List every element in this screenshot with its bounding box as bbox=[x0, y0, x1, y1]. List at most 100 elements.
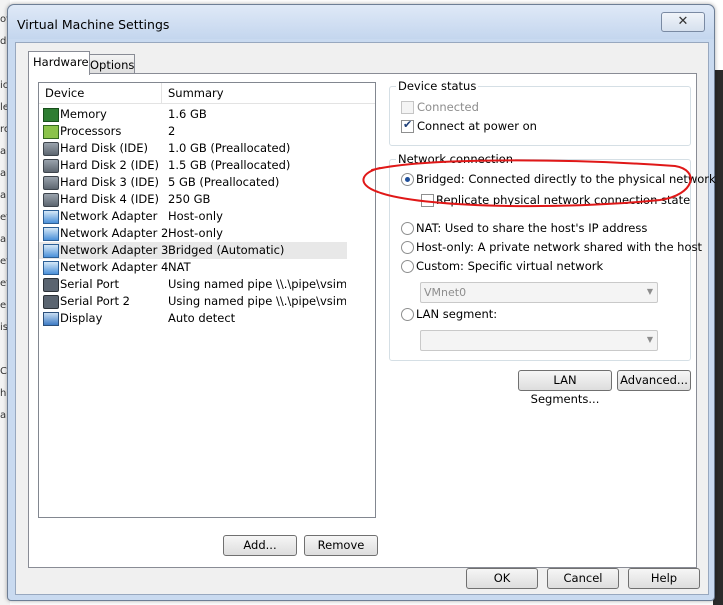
device-name: Processors bbox=[60, 124, 122, 138]
device-name: Serial Port bbox=[60, 277, 119, 291]
device-name: Hard Disk 2 (IDE) bbox=[60, 158, 159, 172]
device-summary: 250 GB bbox=[168, 192, 211, 206]
device-name: Hard Disk 4 (IDE) bbox=[60, 192, 159, 206]
hard-disk-icon bbox=[43, 176, 59, 190]
host-only-radio[interactable] bbox=[401, 241, 414, 254]
device-row[interactable]: Hard Disk 3 (IDE) 5 GB (Preallocated) bbox=[39, 174, 347, 191]
replicate-state-checkbox[interactable] bbox=[421, 194, 434, 207]
custom-label: Custom: Specific virtual network bbox=[416, 259, 604, 273]
window-title: Virtual Machine Settings bbox=[17, 17, 170, 32]
cancel-button[interactable]: Cancel bbox=[547, 568, 619, 589]
device-summary: NAT bbox=[168, 260, 191, 274]
device-name: Network Adapter 4 bbox=[60, 260, 169, 274]
device-name: Serial Port 2 bbox=[60, 294, 130, 308]
device-row[interactable]: Display Auto detect bbox=[39, 310, 347, 327]
chevron-down-icon: ▼ bbox=[646, 287, 653, 296]
hard-disk-icon bbox=[43, 159, 59, 173]
remove-button[interactable]: Remove bbox=[304, 535, 378, 556]
device-summary: 1.0 GB (Preallocated) bbox=[168, 141, 291, 155]
close-icon: ✕ bbox=[677, 14, 689, 29]
bridged-radio[interactable] bbox=[401, 173, 414, 186]
tab-options-label: Options bbox=[90, 58, 135, 72]
title-bar[interactable]: Virtual Machine Settings ✕ bbox=[8, 5, 714, 39]
help-button[interactable]: Help bbox=[628, 568, 700, 589]
checkmark-icon: ✔ bbox=[403, 118, 413, 131]
radio-selected-icon bbox=[405, 177, 410, 182]
device-row[interactable]: Hard Disk 4 (IDE) 250 GB bbox=[39, 191, 347, 208]
memory-icon bbox=[43, 108, 59, 122]
device-summary: Bridged (Automatic) bbox=[168, 243, 285, 257]
advanced-button[interactable]: Advanced... bbox=[617, 370, 691, 391]
device-row[interactable]: Network Adapter Host-only bbox=[39, 208, 347, 225]
connect-at-power-on-label: Connect at power on bbox=[417, 119, 537, 133]
bridged-label: Bridged: Connected directly to the physi… bbox=[416, 172, 716, 186]
device-row[interactable]: Processors 2 bbox=[39, 123, 347, 140]
custom-radio[interactable] bbox=[401, 260, 414, 273]
add-button[interactable]: Add... bbox=[223, 535, 297, 556]
connect-at-power-on-checkbox[interactable]: ✔ bbox=[401, 118, 414, 133]
tab-options[interactable]: Options bbox=[85, 54, 135, 75]
replicate-state-label: Replicate physical network connection st… bbox=[436, 193, 691, 207]
nat-radio[interactable] bbox=[401, 222, 414, 235]
dialog-client-area: Hardware Options Device Summary Memory 1.… bbox=[15, 42, 716, 595]
device-summary: 1.5 GB (Preallocated) bbox=[168, 158, 291, 172]
hard-disk-icon bbox=[43, 142, 59, 156]
close-button[interactable]: ✕ bbox=[661, 12, 705, 32]
column-header-device[interactable]: Device bbox=[39, 83, 162, 103]
device-list[interactable]: Device Summary Memory 1.6 GB Processors 2 Ha… bbox=[38, 82, 376, 518]
network-adapter-icon bbox=[43, 244, 59, 258]
device-row[interactable]: Serial Port 2 Using named pipe \\.\pipe\v… bbox=[39, 293, 347, 310]
device-summary: Using named pipe \\.\pipe\vsim-7... bbox=[168, 277, 346, 291]
hardware-tab-panel: Device Summary Memory 1.6 GB Processors 2 Ha… bbox=[28, 73, 716, 568]
chevron-down-icon: ▼ bbox=[646, 335, 653, 344]
lan-segment-label: LAN segment: bbox=[416, 307, 498, 321]
lan-segment-select[interactable]: ▼ bbox=[420, 330, 658, 351]
connected-checkbox[interactable] bbox=[401, 101, 414, 114]
ok-button[interactable]: OK bbox=[466, 568, 538, 589]
device-summary: 1.6 GB bbox=[168, 107, 207, 121]
device-summary: Auto detect bbox=[168, 311, 236, 325]
device-summary: 5 GB (Preallocated) bbox=[168, 175, 280, 189]
hard-disk-icon bbox=[43, 193, 59, 207]
device-row[interactable]: Hard Disk (IDE) 1.0 GB (Preallocated) bbox=[39, 140, 347, 157]
custom-network-value: VMnet0 bbox=[424, 286, 467, 299]
device-name: Network Adapter 3 bbox=[60, 243, 169, 257]
device-row[interactable]: Hard Disk 2 (IDE) 1.5 GB (Preallocated) bbox=[39, 157, 347, 174]
tab-hardware[interactable]: Hardware bbox=[28, 51, 90, 75]
device-row[interactable]: Network Adapter 3 Bridged (Automatic) bbox=[39, 242, 347, 259]
network-adapter-icon bbox=[43, 227, 59, 241]
device-row[interactable]: Network Adapter 2 Host-only bbox=[39, 225, 347, 242]
device-name: Hard Disk (IDE) bbox=[60, 141, 149, 155]
device-row[interactable]: Memory 1.6 GB bbox=[39, 106, 347, 123]
column-header-summary[interactable]: Summary bbox=[162, 83, 368, 103]
processor-icon bbox=[43, 125, 59, 139]
device-summary: Host-only bbox=[168, 209, 223, 223]
device-name: Hard Disk 3 (IDE) bbox=[60, 175, 159, 189]
lan-segment-radio[interactable] bbox=[401, 308, 414, 321]
device-status-title: Device status bbox=[396, 79, 479, 93]
host-only-label: Host-only: A private network shared with… bbox=[416, 240, 703, 254]
device-row[interactable]: Network Adapter 4 NAT bbox=[39, 259, 347, 276]
device-name: Display bbox=[60, 311, 103, 325]
virtual-machine-settings-window: Virtual Machine Settings ✕ Hardware Opti… bbox=[7, 4, 716, 601]
network-adapter-icon bbox=[43, 210, 59, 224]
serial-port-icon bbox=[43, 295, 59, 309]
connected-label: Connected bbox=[417, 100, 479, 114]
network-connection-group: Network connection Bridged: Connected di… bbox=[389, 152, 716, 361]
device-name: Network Adapter bbox=[60, 209, 158, 223]
display-icon bbox=[43, 312, 59, 326]
network-adapter-icon bbox=[43, 261, 59, 275]
device-list-header: Device Summary bbox=[39, 83, 375, 104]
device-summary: Using named pipe \\.\pipe\vsim-7... bbox=[168, 294, 346, 308]
custom-network-select[interactable]: VMnet0 ▼ bbox=[420, 282, 658, 303]
device-row[interactable]: Serial Port Using named pipe \\.\pipe\vsi… bbox=[39, 276, 347, 293]
network-connection-title: Network connection bbox=[396, 152, 516, 166]
device-name: Memory bbox=[60, 107, 107, 121]
serial-port-icon bbox=[43, 278, 59, 292]
lan-segments-button[interactable]: LAN Segments... bbox=[518, 370, 612, 406]
device-name: Network Adapter 2 bbox=[60, 226, 169, 240]
nat-label: NAT: Used to share the host's IP address bbox=[416, 221, 648, 235]
device-status-group: Device status Connected ✔ Connect at pow… bbox=[389, 79, 691, 146]
tab-hardware-label: Hardware bbox=[33, 55, 89, 69]
device-summary: 2 bbox=[168, 124, 176, 138]
